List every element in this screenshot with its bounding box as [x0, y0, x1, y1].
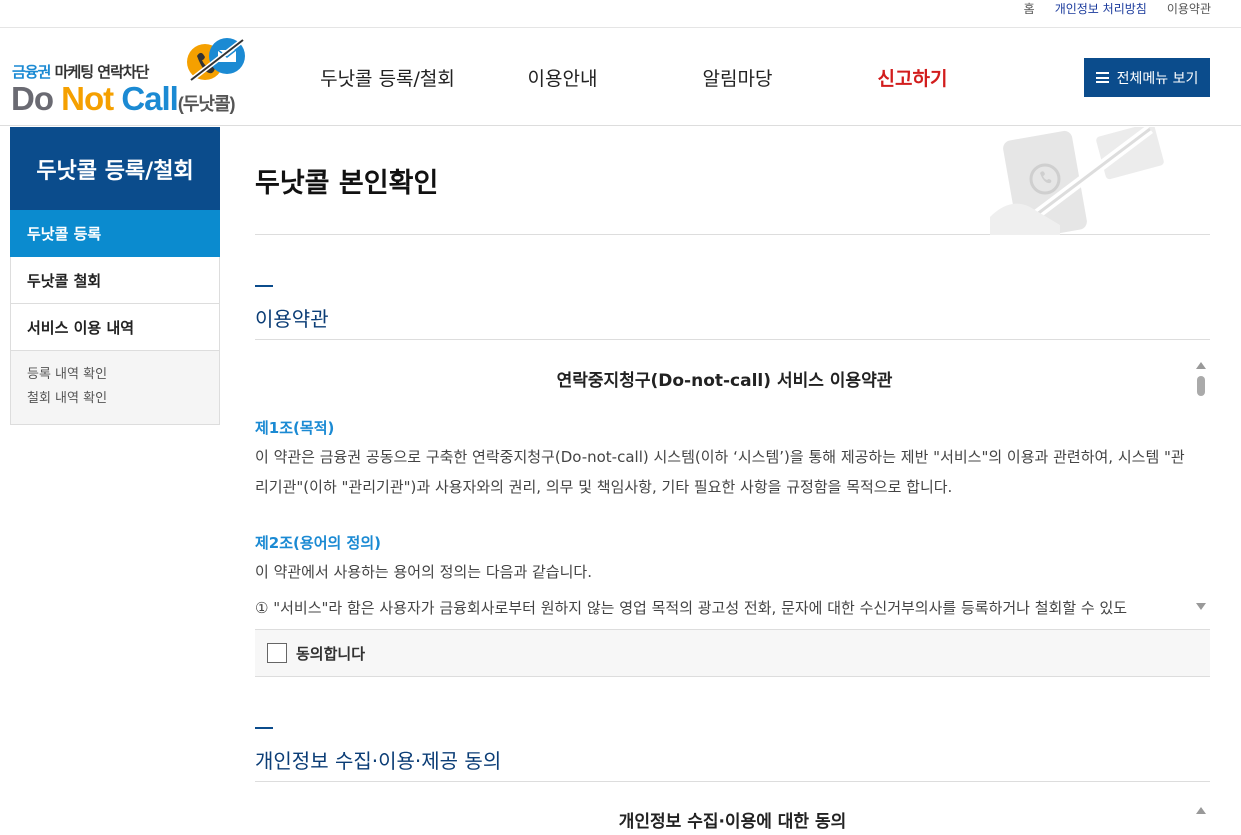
- logo-not: Not: [61, 80, 114, 117]
- terms-agree-checkbox[interactable]: [267, 643, 287, 663]
- privacy-doc-title: 개인정보 수집·이용에 대한 동의: [255, 807, 1210, 832]
- terms-scrollbar[interactable]: [1196, 362, 1206, 610]
- sidebar-title: 두낫콜 등록/철회: [10, 127, 220, 210]
- article1-heading: 제1조(목적): [255, 419, 335, 437]
- terms-agree-label[interactable]: 동의합니다: [296, 643, 365, 664]
- terms-doc-title: 연락중지청구(Do-not-call) 서비스 이용약관: [556, 371, 893, 391]
- page-title-area: 두낫콜 본인확인: [255, 127, 1210, 235]
- article2-item1: ① "서비스"라 함은 사용자가 금융회사로부터 원하지 않는 영업 목적의 광…: [255, 599, 1128, 617]
- main-nav: 두낫콜 등록/철회 이용안내 알림마당 신고하기: [300, 28, 1000, 126]
- scroll-down-arrow-icon[interactable]: [1196, 603, 1206, 610]
- sidebar-sub-withdraw-history[interactable]: 철회 내역 확인: [27, 387, 203, 411]
- full-menu-label: 전체메뉴 보기: [1116, 70, 1199, 87]
- article2-body: 이 약관에서 사용하는 용어의 정의는 다음과 같습니다.: [255, 563, 592, 581]
- phone-hand-illustration: [990, 127, 1164, 235]
- logo-call: Call: [121, 80, 179, 117]
- privacy-policy-link[interactable]: 개인정보 처리방침: [1055, 0, 1147, 16]
- nav-register[interactable]: 두낫콜 등록/철회: [300, 64, 475, 91]
- scroll-thumb[interactable]: [1197, 376, 1205, 396]
- terms-section-title: 이용약관: [255, 307, 329, 331]
- article2-heading: 제2조(용어의 정의): [255, 534, 381, 552]
- terms-agree-row[interactable]: 동의합니다: [255, 630, 1210, 677]
- scroll-up-arrow-icon[interactable]: [1196, 362, 1206, 369]
- article1-body: 이 약관은 금융권 공동으로 구축한 연락중지청구(Do-not-call) 시…: [255, 448, 1185, 496]
- logo-do: Do: [11, 80, 54, 117]
- sidebar-item-register[interactable]: 두낫콜 등록: [10, 210, 220, 257]
- header: 금융권 마케팅 연락차단 Do Not Call(두낫콜) 두낫콜 등록/철회 …: [0, 28, 1241, 126]
- sidebar: 두낫콜 등록/철회 두낫콜 등록 두낫콜 철회 서비스 이용 내역 등록 내역 …: [10, 127, 220, 425]
- logo-subtitle: 금융권 마케팅 연락차단: [12, 61, 150, 82]
- logo-korean: (두낫콜): [177, 94, 236, 114]
- terms-scroll-box[interactable]: 연락중지청구(Do-not-call) 서비스 이용약관 제1조(목적) 이 약…: [255, 340, 1210, 630]
- terms-section-header: 이용약관: [255, 285, 1210, 340]
- section-accent-bar: [255, 285, 273, 287]
- privacy-scroll-up-icon[interactable]: [1196, 807, 1206, 814]
- page-title: 두낫콜 본인확인: [255, 168, 439, 199]
- full-menu-button[interactable]: 전체메뉴 보기: [1084, 58, 1210, 97]
- nav-report[interactable]: 신고하기: [825, 64, 1000, 91]
- privacy-section-header: 개인정보 수집·이용·제공 동의: [255, 727, 1210, 782]
- main-content: 두낫콜 본인확인 이용약관 연락중지청구(Do-not-call) 서비스 이용…: [255, 127, 1210, 832]
- logo-sub-dark: 마케팅 연락차단: [54, 63, 150, 81]
- sidebar-item-history[interactable]: 서비스 이용 내역: [10, 304, 220, 351]
- top-bar: 홈 개인정보 처리방침 이용약관: [0, 0, 1241, 28]
- no-call-icon: [187, 38, 245, 82]
- sidebar-item-withdraw[interactable]: 두낫콜 철회: [10, 257, 220, 304]
- sidebar-sub-register-history[interactable]: 등록 내역 확인: [27, 363, 203, 387]
- privacy-doc-title-text: 개인정보 수집·이용에 대한 동의: [618, 812, 847, 832]
- top-links: 홈 개인정보 처리방침 이용약관: [1024, 0, 1211, 16]
- section-accent-bar: [255, 727, 273, 729]
- logo-sub-blue: 금융권: [12, 63, 51, 81]
- logo[interactable]: 금융권 마케팅 연락차단 Do Not Call(두낫콜): [11, 36, 251, 126]
- nav-notice[interactable]: 알림마당: [650, 64, 825, 91]
- logo-title: Do Not Call(두낫콜): [11, 80, 236, 118]
- privacy-section-title: 개인정보 수집·이용·제공 동의: [255, 749, 502, 773]
- home-link[interactable]: 홈: [1024, 0, 1035, 16]
- terms-link[interactable]: 이용약관: [1167, 0, 1211, 16]
- nav-guide[interactable]: 이용안내: [475, 64, 650, 91]
- hamburger-icon: [1095, 72, 1109, 83]
- sidebar-subnav: 등록 내역 확인 철회 내역 확인: [10, 351, 220, 425]
